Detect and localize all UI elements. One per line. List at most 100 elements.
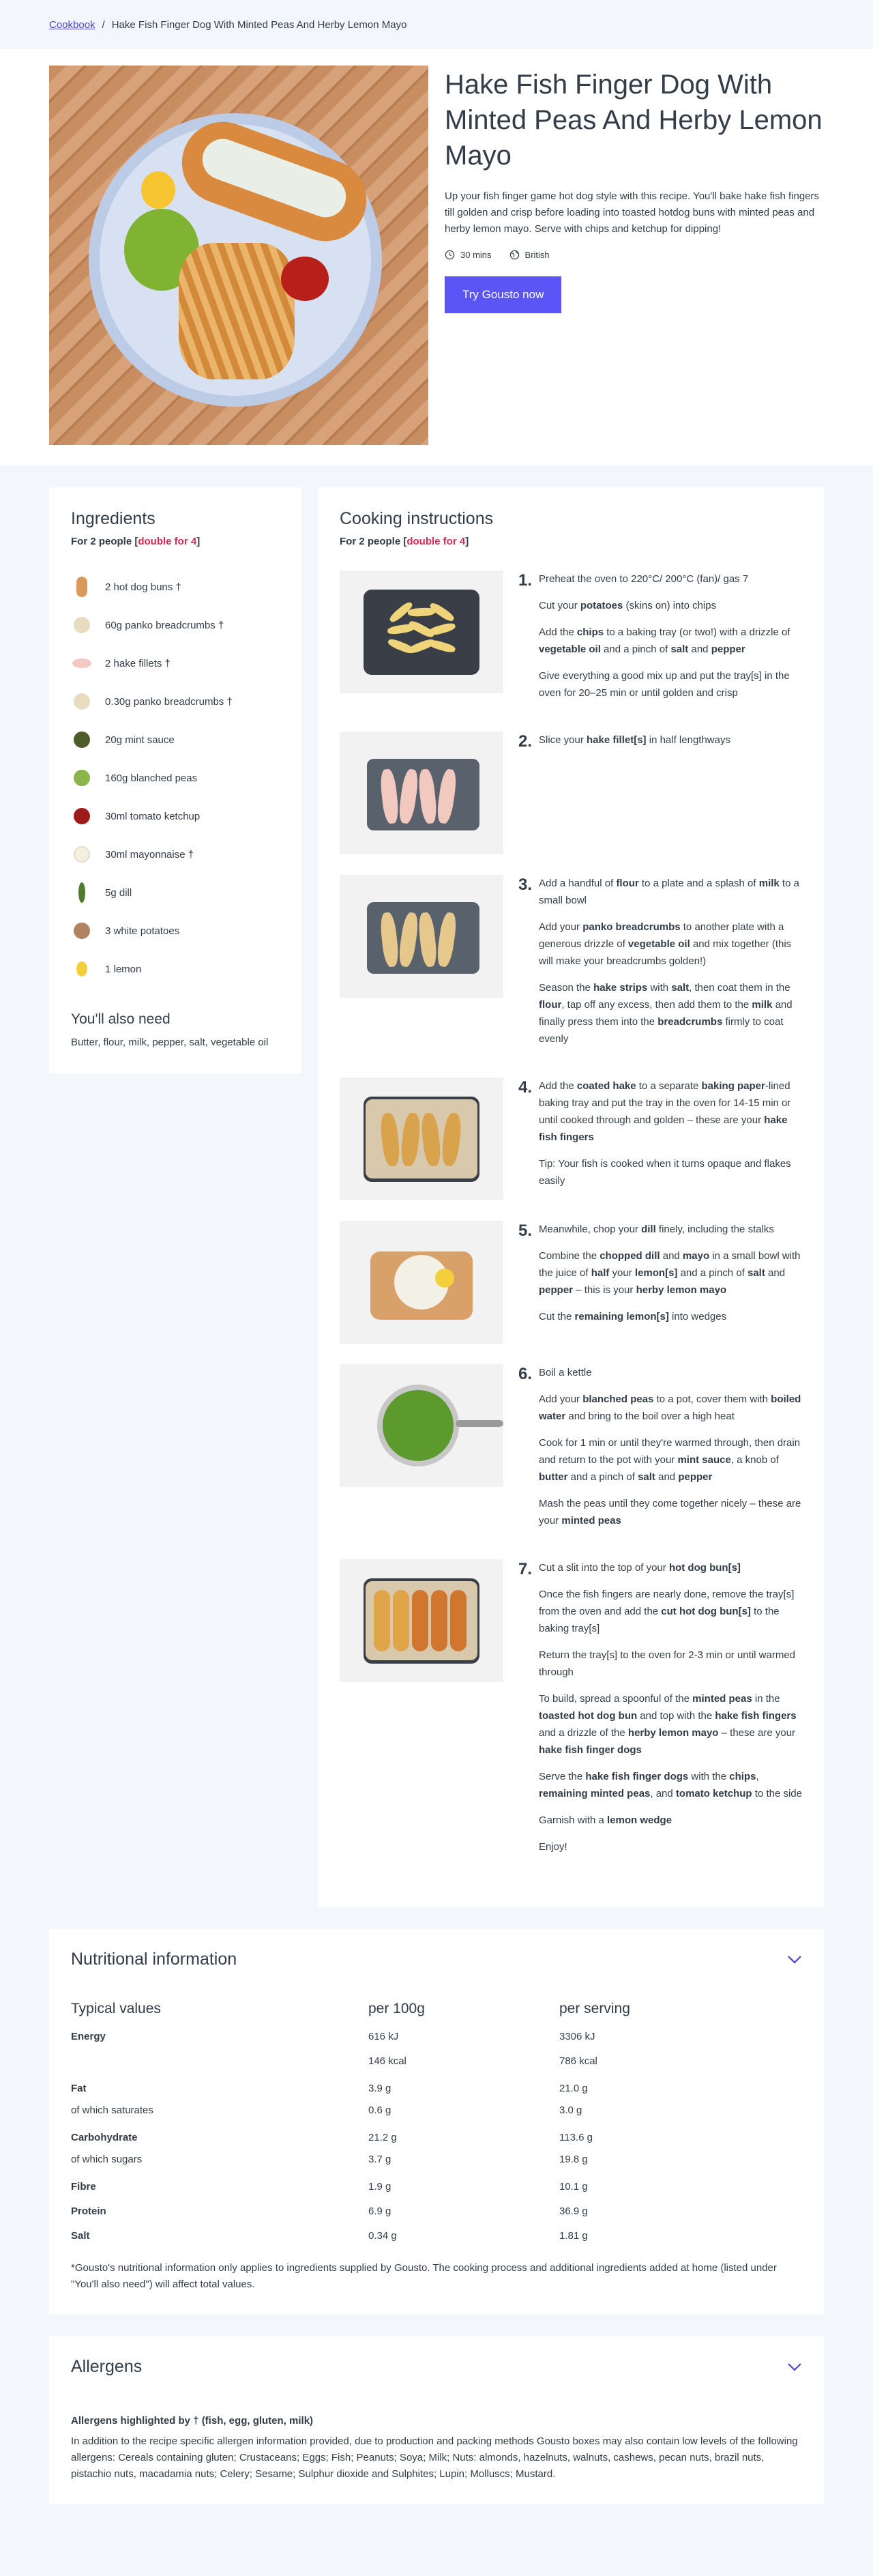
nutrition-col-header: per 100g xyxy=(368,2001,425,2016)
nutrition-cell-serving: 3306 kJ xyxy=(559,2030,595,2042)
bun-icon xyxy=(71,576,93,598)
ingredient-item: 3 white potatoes xyxy=(71,912,280,950)
ingredient-item: 5g dill xyxy=(71,873,280,912)
breadcrumb: Cookbook / Hake Fish Finger Dog With Min… xyxy=(0,0,873,49)
step-text: Add your panko breadcrumbs to another pl… xyxy=(539,921,792,967)
lemon-icon xyxy=(71,958,93,980)
nutrition-cell-serving: 113.6 g xyxy=(559,2131,593,2143)
step-number: 5. xyxy=(518,1221,533,1240)
step-number: 7. xyxy=(518,1560,533,1578)
dill-icon xyxy=(71,882,93,903)
step-photo xyxy=(340,1364,503,1487)
nutrition-cell-per100: 21.2 g xyxy=(368,2131,397,2143)
nutrition-title: Nutritional information xyxy=(71,1950,237,1969)
nutrition-cell-per100: 0.6 g xyxy=(368,2104,391,2116)
step-text: Add the coated hake to a separate baking… xyxy=(539,1080,791,1143)
ingredient-label: 20g mint sauce xyxy=(105,734,175,746)
ingredient-label: 1 lemon xyxy=(105,963,142,975)
step-text: Season the hake strips with salt, then c… xyxy=(539,982,793,1045)
breadcrumb-cookbook-link[interactable]: Cookbook xyxy=(49,19,95,31)
double-for-4: double for 4 xyxy=(138,536,197,547)
nutrition-row: Carbohydrate 21.2 g 113.6 g xyxy=(71,2122,802,2147)
step-text: Return the tray[s] to the oven for 2-3 m… xyxy=(539,1649,796,1678)
cuisine: British xyxy=(524,250,550,260)
step-text: Combine the chopped dill and mayo in a s… xyxy=(539,1250,801,1296)
nutrition-cell-name: Fat xyxy=(71,2082,87,2094)
nutrition-cell-serving: 21.0 g xyxy=(559,2082,588,2094)
nutrition-cell-name: of which saturates xyxy=(71,2104,153,2116)
ingredient-label: 30ml mayonnaise † xyxy=(105,848,194,860)
nutrition-cell-serving: 3.0 g xyxy=(559,2104,582,2116)
step-number: 3. xyxy=(518,875,533,894)
step-text: Add your blanched peas to a pot, cover t… xyxy=(539,1393,801,1422)
instruction-step: 5. Meanwhile, chop your dill finely, incl… xyxy=(340,1221,802,1344)
step-text: Cook for 1 min or until they're warmed t… xyxy=(539,1437,801,1483)
also-need-title: You'll also need xyxy=(71,1011,171,1027)
instructions-card: Cooking instructions For 2 people [doubl… xyxy=(318,487,824,1907)
instructions-portions: For 2 people [double for 4] xyxy=(340,536,802,547)
chevron-down-icon[interactable] xyxy=(787,2362,802,2372)
step-photo xyxy=(340,732,503,854)
nutrition-row: of which sugars 3.7 g 19.8 g xyxy=(71,2147,802,2171)
ingredient-item: 2 hake fillets † xyxy=(71,644,280,682)
ingredient-label: 30ml tomato ketchup xyxy=(105,810,201,822)
step-number: 2. xyxy=(518,732,533,751)
ingredient-item: 60g panko breadcrumbs † xyxy=(71,606,280,644)
instruction-step: 7. Cut a slit into the top of your hot do… xyxy=(340,1559,802,1865)
breadcrumbs-icon xyxy=(71,614,93,636)
ingredient-list: 2 hot dog buns † 60g panko breadcrumbs † 2… xyxy=(71,568,280,988)
nutrition-row: Salt 0.34 g 1.81 g xyxy=(71,2220,802,2245)
nutrition-cell-per100: 146 kcal xyxy=(368,2055,406,2067)
portions-suffix: ] xyxy=(465,536,469,547)
cook-time: 30 mins xyxy=(460,250,492,260)
nutrition-row: Fibre 1.9 g 10.1 g xyxy=(71,2171,802,2196)
step-text: Boil a kettle xyxy=(539,1367,592,1378)
step-photo xyxy=(340,1221,503,1344)
ingredient-item: 30ml mayonnaise † xyxy=(71,835,280,873)
ingredient-item: 2 hot dog buns † xyxy=(71,568,280,606)
step-text: Cut your potatoes (skins on) into chips xyxy=(539,600,717,611)
nutrition-cell-per100: 616 kJ xyxy=(368,2030,399,2042)
step-text: Mash the peas until they come together n… xyxy=(539,1498,801,1526)
ingredient-label: 60g panko breadcrumbs † xyxy=(105,619,224,631)
nutrition-cell-per100: 0.34 g xyxy=(368,2229,397,2242)
allergens-highlight: Allergens highlighted by † (fish, egg, g… xyxy=(71,2415,314,2427)
nutrition-cell-serving: 36.9 g xyxy=(559,2205,588,2217)
step-text: Cut the remaining lemon[s] into wedges xyxy=(539,1311,727,1322)
portions-suffix: ] xyxy=(196,536,201,547)
ingredient-item: 0.30g panko breadcrumbs † xyxy=(71,682,280,721)
allergens-text: In addition to the recipe specific aller… xyxy=(71,2435,798,2480)
nutrition-cell-name: Protein xyxy=(71,2205,106,2217)
recipe-meta: 30 mins British xyxy=(445,250,824,260)
mayo-icon xyxy=(71,843,93,865)
step-photo xyxy=(340,1559,503,1682)
allergens-header[interactable]: Allergens xyxy=(71,2357,802,2377)
step-text: To build, spread a spoonful of the minte… xyxy=(539,1693,797,1756)
instruction-step: 2. Slice your hake fillet[s] in half leng… xyxy=(340,732,802,854)
nutrition-cell-serving: 1.81 g xyxy=(559,2229,588,2242)
ingredient-label: 3 white potatoes xyxy=(105,925,180,937)
nutrition-cell-serving: 786 kcal xyxy=(559,2055,597,2067)
ingredient-label: 5g dill xyxy=(105,886,132,899)
portions-prefix: For 2 people [ xyxy=(340,536,407,547)
try-gousto-button[interactable]: Try Gousto now xyxy=(445,276,562,313)
also-need-text: Butter, flour, milk, pepper, salt, veget… xyxy=(71,1037,269,1048)
instruction-step: 6. Boil a kettle Add your blanched peas to… xyxy=(340,1364,802,1539)
breadcrumb-separator: / xyxy=(102,18,105,31)
step-number: 4. xyxy=(518,1078,533,1097)
ingredients-portions: For 2 people [double for 4] xyxy=(71,536,280,547)
allergens-title: Allergens xyxy=(71,2357,143,2376)
step-number: 6. xyxy=(518,1365,533,1383)
recipe-hero: Hake Fish Finger Dog With Minted Peas An… xyxy=(0,49,873,465)
nutrition-cell-serving: 19.8 g xyxy=(559,2153,588,2165)
nutrition-cell-per100: 3.9 g xyxy=(368,2082,391,2094)
chevron-down-icon[interactable] xyxy=(787,1955,802,1965)
ingredient-label: 160g blanched peas xyxy=(105,772,198,784)
step-text: Give everything a good mix up and put th… xyxy=(539,670,790,699)
nutrition-header[interactable]: Nutritional information xyxy=(71,1950,802,1969)
nutrition-cell-per100: 3.7 g xyxy=(368,2153,391,2165)
mint-sauce-icon xyxy=(71,729,93,751)
step-text: Slice your hake fillet[s] in half length… xyxy=(539,734,730,746)
instruction-step: 1. Preheat the oven to 220°C/ 200°C (fan)… xyxy=(340,570,802,711)
step-photo xyxy=(340,570,503,693)
